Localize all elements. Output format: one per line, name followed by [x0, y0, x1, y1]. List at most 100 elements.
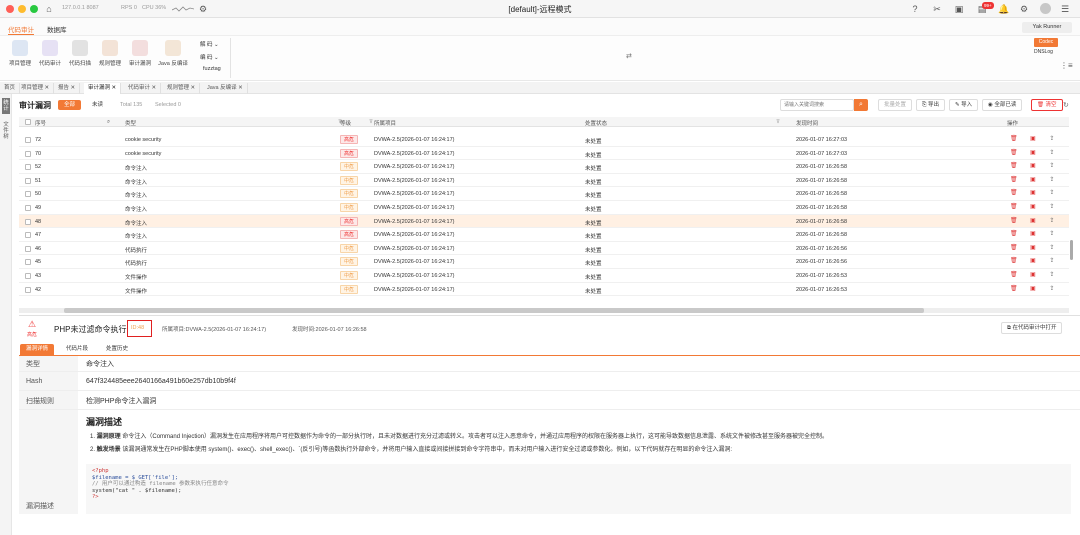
share-icon[interactable]: ⇪ — [1049, 218, 1055, 225]
share-icon[interactable]: ⇪ — [1049, 272, 1055, 279]
tab-vuln-detail[interactable]: 漏洞详情 — [20, 344, 55, 355]
delete-icon[interactable]: 🗑 — [1010, 258, 1018, 265]
refresh-icon[interactable]: ↻ — [1063, 101, 1069, 109]
menu-icon[interactable]: ☰ — [1060, 4, 1070, 14]
share-icon[interactable]: ⇪ — [1049, 136, 1055, 143]
filter-icon[interactable]: ⊽ — [776, 119, 780, 125]
dnslog-button[interactable]: DNSLog — [1034, 49, 1053, 55]
mark-icon[interactable]: ▣ — [1030, 218, 1036, 225]
swap-icon[interactable]: ⇄ — [626, 52, 632, 60]
delete-icon[interactable]: 🗑 — [1010, 272, 1018, 279]
search-column-icon[interactable]: ⌕ — [107, 119, 110, 126]
tab-report[interactable]: 报告 ✕ — [54, 83, 81, 94]
search-icon[interactable]: ⌕ — [854, 99, 868, 111]
share-icon[interactable]: ⇪ — [1049, 204, 1055, 211]
share-icon[interactable]: ⇪ — [1049, 177, 1055, 184]
share-icon[interactable]: ⇪ — [1049, 190, 1055, 197]
table-row[interactable]: 72 cookie security 高危 DVWA-2.5(2026-01-07 1… — [19, 133, 1069, 147]
col-time[interactable]: 发现时间 — [796, 119, 818, 127]
row-checkbox[interactable] — [25, 245, 31, 252]
filter-all-button[interactable]: 全部 — [58, 100, 82, 110]
gear-icon[interactable]: ⚙ — [1019, 4, 1029, 14]
delete-icon[interactable]: 🗑 — [1010, 245, 1018, 252]
row-checkbox[interactable] — [25, 286, 31, 293]
tool-rule-manage[interactable]: 规则管理 — [95, 40, 125, 67]
yak-runner-button[interactable]: Yak Runner — [1022, 22, 1072, 33]
delete-icon[interactable]: 🗑 — [1010, 204, 1018, 211]
filter-unread-button[interactable]: 未读 — [86, 100, 109, 110]
side-tab-stats[interactable]: 统计 — [2, 98, 10, 114]
tool-project-manage[interactable]: 项目管理 — [5, 40, 35, 67]
codec-button[interactable]: Codec — [1034, 38, 1058, 47]
row-checkbox[interactable] — [25, 177, 31, 184]
avatar[interactable] — [1040, 3, 1051, 14]
col-level[interactable]: 等级 — [340, 119, 351, 127]
table-row[interactable]: 46 代码执行 中危 DVWA-2.5(2026-01-07 16:24:17) 未处置… — [19, 242, 1069, 256]
table-row[interactable]: 47 命令注入 高危 DVWA-2.5(2026-01-07 16:24:17) 未处置… — [19, 228, 1069, 242]
delete-icon[interactable]: 🗑 — [1010, 286, 1018, 293]
mark-icon[interactable]: ▣ — [1030, 272, 1036, 279]
delete-icon[interactable]: 🗑 — [1010, 218, 1018, 225]
row-checkbox[interactable] — [25, 273, 31, 279]
mark-icon[interactable]: ▣ — [1030, 190, 1036, 197]
col-project[interactable]: 所属项目 — [374, 119, 396, 127]
mark-all-read-button[interactable]: ◉ 全部已读 — [982, 99, 1023, 111]
mark-icon[interactable]: ▣ — [1030, 258, 1036, 265]
scrollbar-thumb[interactable] — [64, 308, 924, 313]
tab-code-snippet[interactable]: 代码片段 — [60, 344, 94, 355]
batch-action-button[interactable]: 批量处置 — [878, 99, 913, 111]
row-checkbox[interactable] — [25, 191, 31, 198]
menu-database[interactable]: 数据库 — [47, 24, 67, 34]
table-row[interactable]: 49 命令注入 中危 DVWA-2.5(2026-01-07 16:24:17) 未处置… — [19, 201, 1069, 215]
col-id[interactable]: 序号 — [35, 119, 46, 127]
mark-icon[interactable]: ▣ — [1030, 286, 1036, 293]
delete-icon[interactable]: 🗑 — [1010, 150, 1018, 157]
share-icon[interactable]: ⇪ — [1049, 150, 1055, 157]
table-row[interactable]: 42 文件操作 中危 DVWA-2.5(2026-01-07 16:24:17) 未处置… — [19, 283, 1069, 297]
menu-code-audit[interactable]: 代码审计 — [8, 24, 34, 35]
col-status[interactable]: 处置状态 — [585, 119, 607, 127]
delete-icon[interactable]: 🗑 — [1010, 177, 1018, 184]
more-icon[interactable]: ⋮≡ — [1060, 61, 1073, 70]
delete-icon[interactable]: 🗑 — [1010, 163, 1018, 170]
table-row[interactable]: 50 命令注入 中危 DVWA-2.5(2026-01-07 16:24:17) 未处置… — [19, 187, 1069, 201]
table-row[interactable]: 43 文件操作 中危 DVWA-2.5(2026-01-07 16:24:17) 未处置… — [19, 269, 1069, 283]
tab-rule-manage[interactable]: 规则管理 ✕ — [163, 83, 201, 94]
side-tab-file-tree[interactable]: 文件树 — [2, 122, 10, 140]
row-checkbox[interactable] — [25, 150, 31, 157]
fuzztag-button[interactable]: fuzztag — [203, 66, 221, 72]
table-row[interactable]: 48 命令注入 高危 DVWA-2.5(2026-01-07 16:24:17) 未处置… — [19, 214, 1069, 229]
share-icon[interactable]: ⇪ — [1049, 163, 1055, 170]
mark-icon[interactable]: ▣ — [1030, 231, 1036, 238]
mark-icon[interactable]: ▣ — [1030, 163, 1036, 170]
tools-icon[interactable]: ✂ — [932, 4, 942, 14]
share-icon[interactable]: ⇪ — [1049, 231, 1055, 238]
row-checkbox[interactable] — [25, 205, 31, 211]
encode-dropdown[interactable]: 编 码 ⌄ — [200, 53, 219, 61]
delete-icon[interactable]: 🗑 — [1010, 231, 1018, 238]
table-row[interactable]: 70 cookie security 高危 DVWA-2.5(2026-01-07 1… — [19, 147, 1069, 161]
filter-icon[interactable]: ⊽ — [369, 119, 373, 125]
open-in-code-audit-button[interactable]: ⧉ 在代码审计中打开 — [1001, 322, 1063, 334]
tool-code-audit[interactable]: 代码审计 — [35, 40, 65, 67]
select-all-checkbox[interactable] — [25, 119, 31, 125]
clear-button[interactable]: 🗑 清空 — [1031, 99, 1063, 111]
bell-icon[interactable]: 🔔 — [998, 4, 1009, 14]
vertical-scrollbar[interactable] — [1070, 240, 1073, 260]
help-icon[interactable]: ? — [910, 4, 920, 14]
tool-code-scan[interactable]: 代码扫描 — [65, 40, 95, 67]
tab-audit-vuln[interactable]: 审计漏洞 ✕ — [84, 83, 122, 94]
tab-code-audit[interactable]: 代码审计 ✕ — [124, 83, 162, 94]
row-checkbox[interactable] — [25, 232, 31, 239]
tool-audit-vuln[interactable]: 审计漏洞 — [125, 40, 155, 67]
search-input[interactable] — [780, 99, 854, 111]
row-checkbox[interactable] — [25, 164, 31, 171]
row-checkbox[interactable] — [25, 218, 31, 225]
share-icon[interactable]: ⇪ — [1049, 258, 1055, 265]
horizontal-scrollbar[interactable] — [19, 308, 1069, 313]
mark-icon[interactable]: ▣ — [1030, 245, 1036, 252]
mark-icon[interactable]: ▣ — [1030, 150, 1036, 157]
mark-icon[interactable]: ▣ — [1030, 136, 1036, 143]
delete-icon[interactable]: 🗑 — [1010, 190, 1018, 197]
row-checkbox[interactable] — [25, 137, 31, 143]
